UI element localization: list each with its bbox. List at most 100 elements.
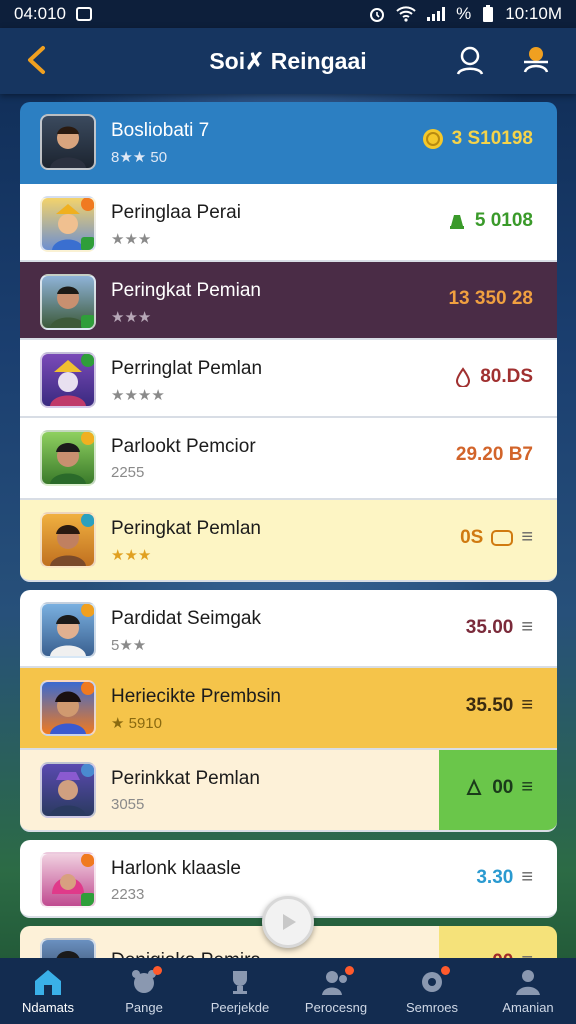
player-name: Bosliobati 7 <box>111 120 210 141</box>
list-item[interactable]: Peringlaa Perai ★★★ 5 0108 <box>20 184 557 262</box>
player-name: Perinkkat Pemlan <box>111 768 260 789</box>
status-badge <box>81 764 94 777</box>
player-rating: ★★★ <box>111 231 152 248</box>
player-avatar <box>40 352 96 408</box>
list-item[interactable]: Parlookt Pemcior 2255 29.20 B7 <box>20 418 557 500</box>
player-name: Parlookt Pemcior <box>111 436 256 457</box>
app-header: Soi✗ Reingaai <box>0 28 576 94</box>
player-rating: ★★★ <box>111 547 152 564</box>
player-rating: ★★★★ <box>111 387 165 404</box>
chevron-left-icon <box>28 46 45 74</box>
notification-dot <box>441 966 450 975</box>
player-score: 29.20 B7 <box>456 444 533 466</box>
score-value: 3 S10198 <box>451 128 533 149</box>
player-score: 3 S10198 <box>422 128 533 150</box>
score-value: 35.50 <box>465 694 514 716</box>
search-button[interactable] <box>452 42 488 78</box>
nav-label: Peerjekde <box>210 999 270 1015</box>
status-bar: 04:010 % 10:10M <box>0 0 576 28</box>
status-badge <box>81 854 94 867</box>
player-score: 35.50 ≡ <box>466 694 533 717</box>
score-value: 80.DS <box>480 366 533 387</box>
list-item[interactable]: Peringkat Pemlan ★★★ 0S ≡ <box>20 500 557 582</box>
row-menu-icon[interactable]: ≡ <box>521 694 533 717</box>
list-item[interactable]: Bosliobati 7 8★★ 50 3 S10198 <box>20 102 557 184</box>
player-rating: 5★★ <box>111 637 147 654</box>
nav-home[interactable]: Ndamats <box>0 958 96 1024</box>
player-avatar <box>40 196 96 252</box>
profile-button[interactable] <box>518 42 554 78</box>
trophy-icon <box>233 970 247 994</box>
nav-profile[interactable]: Amanian <box>480 958 576 1024</box>
notification-icon <box>76 7 92 21</box>
score-value: 29.20 B7 <box>455 444 533 465</box>
list-item[interactable]: Pardidat Seimgak 5★★ 35.00 ≡ <box>20 590 557 668</box>
bell-icon <box>466 778 482 795</box>
user-search-icon <box>456 46 484 75</box>
player-name: Harlonk klaasle <box>111 858 241 879</box>
notification-dot <box>153 966 162 975</box>
player-rating: 2233 <box>111 886 145 903</box>
player-avatar <box>40 762 96 818</box>
player-avatar <box>40 512 96 568</box>
status-time: 04:010 <box>14 4 66 23</box>
player-score: 80.DS <box>454 366 533 388</box>
player-score: 3.30 ≡ <box>476 866 533 889</box>
list-item[interactable]: Perinkkat Pemlan 3055 00 ≡ <box>20 750 557 832</box>
profile-badge-icon <box>523 47 549 73</box>
score-value: 00 <box>492 776 514 798</box>
row-menu-icon[interactable]: ≡ <box>521 866 533 889</box>
status-badge <box>81 604 94 617</box>
level-badge <box>81 237 94 250</box>
coin-icon <box>422 129 443 149</box>
leaderboard-list: Bosliobati 7 8★★ 50 3 S10198 Peringlaa P… <box>20 102 557 986</box>
level-badge <box>81 893 94 906</box>
nav-label: Perocesng <box>304 999 368 1015</box>
row-menu-icon[interactable]: ≡ <box>521 776 533 799</box>
player-rating: 3055 <box>111 796 145 813</box>
signal-icon <box>427 7 446 21</box>
player-avatar <box>40 680 96 736</box>
player-avatar <box>40 114 96 170</box>
battery-icon <box>483 5 494 22</box>
player-name: Pardidat Seimgak <box>111 608 261 629</box>
notification-dot <box>345 966 354 975</box>
nav-perocesng[interactable]: Perocesng <box>288 958 384 1024</box>
list-item[interactable]: Peringkat Pemian ★★★ 13 350 28 <box>20 262 557 340</box>
row-menu-icon[interactable]: ≡ <box>521 616 533 639</box>
player-score: 00 ≡ <box>464 776 533 799</box>
player-rating: ★ 5910 <box>111 715 162 732</box>
bell-icon <box>449 215 464 229</box>
user-icon <box>516 969 540 995</box>
list-item[interactable]: Perringlat Pemlan ★★★★ 80.DS <box>20 340 557 418</box>
list-item[interactable]: Heriecikte Prembsin ★ 5910 35.50 ≡ <box>20 668 557 750</box>
play-button[interactable] <box>262 896 314 948</box>
status-badge <box>81 514 94 527</box>
player-score: 35.00 ≡ <box>466 616 533 639</box>
row-menu-icon[interactable]: ≡ <box>521 526 533 549</box>
nav-label: Pange <box>125 999 163 1015</box>
score-value: 3.30 <box>476 866 514 888</box>
battery-percent: % <box>456 4 472 23</box>
nav-label: Ndamats <box>21 999 75 1015</box>
nav-pange[interactable]: Pange <box>96 958 192 1024</box>
player-name: Peringkat Pemlan <box>111 518 261 539</box>
drop-icon <box>456 367 471 387</box>
wifi-icon <box>396 6 416 22</box>
player-score: 0S ≡ <box>460 526 533 549</box>
status-badge <box>81 198 94 211</box>
play-icon <box>283 914 296 930</box>
nav-label: Semroes <box>405 999 459 1015</box>
status-right-text: 10:10M <box>505 4 562 23</box>
player-avatar <box>40 430 96 486</box>
card-icon <box>491 529 514 546</box>
back-button[interactable] <box>18 42 54 78</box>
nav-peerjekde[interactable]: Peerjekde <box>192 958 288 1024</box>
nav-semroes[interactable]: Semroes <box>384 958 480 1024</box>
home-icon <box>35 969 61 995</box>
score-value: 35.00 <box>465 616 514 638</box>
alarm-icon <box>370 8 385 22</box>
bottom-nav: Ndamats Pange Peerjekde Perocesng Semroe… <box>0 958 576 1024</box>
level-badge <box>81 315 94 328</box>
score-value: 5 0108 <box>474 210 533 231</box>
